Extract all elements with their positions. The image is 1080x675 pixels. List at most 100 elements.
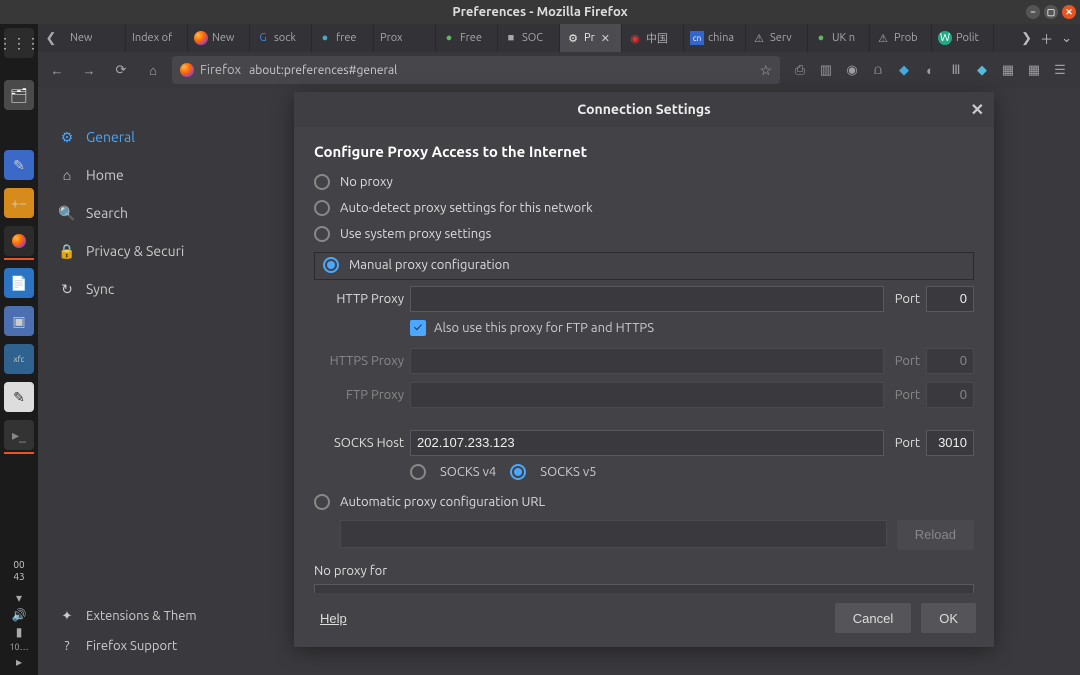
socks-v4-radio[interactable] xyxy=(410,464,426,480)
home-button[interactable]: ⌂ xyxy=(140,57,166,83)
radio-no-proxy[interactable]: No proxy xyxy=(314,174,974,190)
sidebar-icon[interactable]: ▥ xyxy=(816,63,836,78)
sidebar-item-support[interactable]: ? Firefox Support xyxy=(52,631,197,661)
radio-manual-proxy[interactable]: Manual proxy configuration xyxy=(323,257,965,273)
close-tab-icon[interactable]: ✕ xyxy=(601,32,610,45)
socks-v5-radio[interactable] xyxy=(510,464,526,480)
extension-icon[interactable]: Ⅲ xyxy=(946,63,966,78)
screenshot-icon[interactable]: ▣ xyxy=(4,306,34,336)
favicon: ● xyxy=(318,31,332,45)
also-use-checkbox[interactable]: ✓ Also use this proxy for FTP and HTTPS xyxy=(410,320,974,336)
wordpress-icon: W xyxy=(938,31,952,45)
window-min-icon[interactable]: – xyxy=(1026,5,1040,19)
sidebar-item-general[interactable]: ⚙ General xyxy=(52,118,208,156)
tab: New xyxy=(64,24,126,52)
tab: ◉中国 xyxy=(622,24,684,52)
expand-icon[interactable]: ▸ xyxy=(16,655,22,669)
port-label: Port xyxy=(890,388,920,402)
extension-icon[interactable]: ▦ xyxy=(998,63,1018,78)
sidebar-item-privacy[interactable]: 🔒 Privacy & Securi xyxy=(52,232,208,270)
home-icon: ⌂ xyxy=(58,167,76,183)
back-button[interactable]: ← xyxy=(44,57,70,83)
extension-icon[interactable]: ◐ xyxy=(920,63,940,78)
dialog-body: Configure Proxy Access to the Internet N… xyxy=(294,127,994,593)
account-icon[interactable]: ◉ xyxy=(842,63,862,78)
volume-icon[interactable]: 🔊 xyxy=(12,608,27,622)
modal-backdrop: Connection Settings ✕ Configure Proxy Ac… xyxy=(208,88,1080,675)
http-proxy-input[interactable] xyxy=(410,286,884,312)
sidebar-item-label: Extensions & Them xyxy=(86,609,197,623)
new-tab-button[interactable]: ＋ xyxy=(1040,29,1053,48)
favicon: ● xyxy=(814,31,828,45)
radio-icon xyxy=(323,257,339,273)
dialog-header: Connection Settings ✕ xyxy=(294,92,994,127)
writer-icon[interactable]: ✎ xyxy=(4,150,34,180)
ok-button[interactable]: OK xyxy=(921,603,976,633)
wifi-icon[interactable]: ▾ xyxy=(16,591,22,605)
https-port-input xyxy=(926,348,974,374)
sidebar-item-label: Firefox Support xyxy=(86,639,177,653)
library-icon[interactable]: ⎙ xyxy=(790,63,810,78)
radio-pac[interactable]: Automatic proxy configuration URL xyxy=(314,494,974,510)
extension-icon[interactable]: ◆ xyxy=(972,63,992,78)
checkbox-icon: ✓ xyxy=(410,320,426,336)
port-label: Port xyxy=(890,436,920,450)
window-max-icon[interactable]: ▢ xyxy=(1044,5,1058,19)
radio-system-proxy[interactable]: Use system proxy settings xyxy=(314,226,974,242)
extension-icon[interactable]: ▦ xyxy=(1024,63,1044,78)
sidebar-item-sync[interactable]: ↻ Sync xyxy=(52,270,208,308)
bookmark-star-icon[interactable]: ☆ xyxy=(759,62,772,79)
tab: WPolit xyxy=(932,24,994,52)
tab-scroll-right[interactable]: ❯ xyxy=(1021,31,1032,46)
sidebar-item-search[interactable]: 🔍 Search xyxy=(52,194,208,232)
tab-scroll-left[interactable]: ❮ xyxy=(38,24,64,52)
menu-button[interactable]: ☰ xyxy=(1050,63,1070,78)
sidebar-item-label: Privacy & Securi xyxy=(86,243,184,259)
radio-icon xyxy=(314,174,330,190)
socks-host-input[interactable] xyxy=(410,430,884,456)
cancel-button[interactable]: Cancel xyxy=(835,603,911,633)
firefox-icon xyxy=(194,31,208,45)
url-bar[interactable]: Firefox about:preferences#general ☆ xyxy=(172,56,780,84)
sidebar-item-home[interactable]: ⌂ Home xyxy=(52,156,208,194)
tab: ●UK n xyxy=(808,24,870,52)
https-proxy-label: HTTPS Proxy xyxy=(314,354,404,368)
battery-icon[interactable]: ▮ xyxy=(16,625,23,639)
http-port-input[interactable] xyxy=(926,286,974,312)
nav-bar: ← → ⟳ ⌂ Firefox about:preferences#genera… xyxy=(38,52,1080,88)
gear-icon: ⚙ xyxy=(566,31,580,45)
gear-icon: ⚙ xyxy=(58,129,76,146)
help-button[interactable]: Help xyxy=(312,603,355,633)
calc-icon[interactable]: +− xyxy=(4,188,34,218)
tab: ●Free xyxy=(436,24,498,52)
sidebar-item-extensions[interactable]: ✦ Extensions & Them xyxy=(52,601,197,631)
sidebar-item-label: Search xyxy=(86,205,128,221)
document-icon[interactable]: 📄 xyxy=(4,268,34,298)
radio-label: Auto-detect proxy settings for this netw… xyxy=(340,201,593,215)
socks-port-input[interactable] xyxy=(926,430,974,456)
radio-icon xyxy=(314,226,330,242)
reload-button[interactable]: ⟳ xyxy=(108,57,134,83)
no-proxy-for-input[interactable] xyxy=(314,584,974,593)
xfce-icon[interactable]: xfc xyxy=(4,344,34,374)
firefox-dock-icon[interactable] xyxy=(4,226,34,256)
terminal-icon[interactable]: ▸_ xyxy=(4,420,34,450)
tab: ●free xyxy=(312,24,374,52)
apps-grid-icon[interactable]: ⋮⋮⋮ xyxy=(4,28,34,58)
pocket-icon[interactable]: ⩍ xyxy=(868,63,888,78)
url-text: about:preferences#general xyxy=(249,64,397,77)
preferences-sidebar: ⚙ General ⌂ Home 🔍 Search 🔒 Privacy & Se… xyxy=(38,88,208,675)
extension-icon[interactable]: ◆ xyxy=(894,63,914,78)
puzzle-icon: ✦ xyxy=(58,609,76,624)
all-tabs-button[interactable]: ⌄ xyxy=(1061,31,1072,46)
ftp-port-input xyxy=(926,382,974,408)
close-dialog-icon[interactable]: ✕ xyxy=(971,100,984,119)
window-close-icon[interactable]: ✕ xyxy=(1062,5,1076,19)
window-titlebar: Preferences - Mozilla Firefox – ▢ ✕ xyxy=(0,0,1080,24)
radio-auto-detect[interactable]: Auto-detect proxy settings for this netw… xyxy=(314,200,974,216)
active-indicator xyxy=(4,258,34,260)
tab-active: ⚙Pr✕ xyxy=(560,24,622,52)
files-icon[interactable]: 🗂 xyxy=(4,80,34,110)
forward-button[interactable]: → xyxy=(76,57,102,83)
editor-icon[interactable]: ✎ xyxy=(4,382,34,412)
